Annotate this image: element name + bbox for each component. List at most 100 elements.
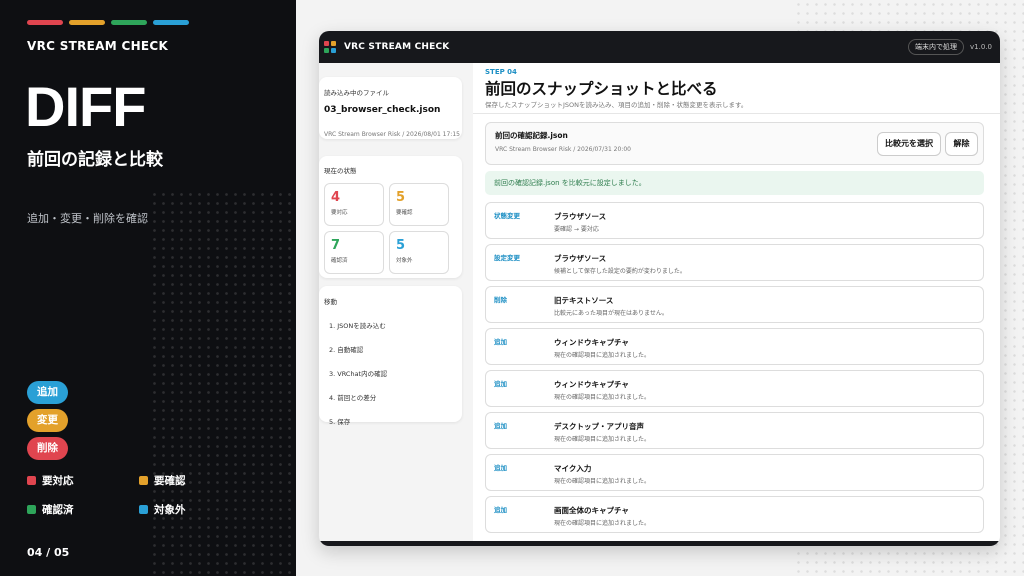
- legend-swatch: [27, 505, 36, 514]
- brand-label: VRC STREAM CHECK: [27, 39, 169, 53]
- diff-item-name: ブラウザソース: [554, 212, 607, 221]
- status-legend: 要対応 要確認 確認済 対象外: [27, 473, 277, 517]
- file-meta: VRC Stream Browser Risk / 2026/08/01 17:…: [324, 131, 460, 138]
- stripe-green: [111, 20, 147, 25]
- navigation-card: 移動 1. JSONを読み込む 2. 自動確認 3. VRChat内の確認 4.…: [319, 286, 462, 426]
- step-label: STEP 04: [485, 68, 517, 76]
- diff-item-desc: 現在の確認項目に追加されました。: [554, 352, 651, 359]
- stat-needs-check: 5 要確認: [389, 183, 449, 226]
- app-logo-icon: [324, 41, 336, 53]
- stat-label: 対象外: [396, 258, 413, 264]
- legend-label: 要確認: [154, 475, 186, 487]
- version-label: v1.0.0: [970, 43, 992, 51]
- diff-tag: 状態変更: [494, 212, 520, 220]
- nav-item-auto-check[interactable]: 2. 自動確認: [329, 344, 462, 354]
- page-description: 保存したスナップショットJSONを読み込み、項目の追加・削除・状態変更を表示しま…: [485, 101, 748, 109]
- clear-source-button[interactable]: 解除: [945, 132, 978, 156]
- diff-tag: 追加: [494, 338, 507, 346]
- nav-item-load-json[interactable]: 1. JSONを読み込む: [329, 320, 462, 330]
- stat-value: 5: [396, 190, 406, 205]
- legend-label: 要対応: [42, 475, 74, 487]
- page-indicator: 04 / 05: [27, 546, 70, 559]
- nav-card-label: 移動: [324, 298, 337, 306]
- diff-item-name: ウィンドウキャプチャ: [554, 380, 629, 389]
- diff-item-desc: 現在の確認項目に追加されました。: [554, 436, 651, 443]
- title-bar: VRC STREAM CHECK 端末内で処理 v1.0.0: [319, 31, 1000, 63]
- stat-label: 要対応: [331, 210, 348, 216]
- diff-tag: 設定変更: [494, 254, 520, 262]
- app-window: VRC STREAM CHECK 端末内で処理 v1.0.0 読み込み中のファイ…: [319, 31, 1000, 546]
- nav-item-vrchat-check[interactable]: 3. VRChat内の確認: [329, 368, 462, 378]
- main-content: STEP 04 前回のスナップショットと比べる 保存したスナップショットJSON…: [473, 63, 1000, 546]
- diff-tag: 追加: [494, 380, 507, 388]
- diff-row: 追加 デスクトップ・アプリ音声 現在の確認項目に追加されました。: [485, 412, 984, 449]
- file-name: 03_browser_check.json: [324, 105, 441, 115]
- section-description: 追加・変更・削除を確認: [27, 212, 148, 225]
- stat-value: 4: [331, 190, 341, 205]
- diff-row: 追加 画面全体のキャプチャ 現在の確認項目に追加されました。: [485, 496, 984, 533]
- diff-item-desc: 比較元にあった項目が現在はありません。: [554, 310, 668, 317]
- diff-item-desc: 候補として保存した設定の要約が変わりました。: [554, 268, 686, 275]
- window-bottom-bar: [319, 541, 1000, 546]
- diff-row: 追加 ウィンドウキャプチャ 現在の確認項目に追加されました。: [485, 370, 984, 407]
- status-card-label: 現在の状態: [324, 167, 357, 175]
- stat-out-of-scope: 5 対象外: [389, 231, 449, 274]
- stripe-red: [27, 20, 63, 25]
- legend-label: 確認済: [42, 504, 74, 516]
- diff-item-name: マイク入力: [554, 464, 592, 473]
- stat-value: 7: [331, 238, 341, 253]
- diff-row: 追加 マイク入力 現在の確認項目に追加されました。: [485, 454, 984, 491]
- stat-label: 確認済: [331, 258, 348, 264]
- legend-label: 対象外: [154, 504, 186, 516]
- status-card: 現在の状態 4 要対応 5 要確認 7 確認済 5 対象外: [319, 156, 462, 278]
- page-title: 前回のスナップショットと比べる: [485, 80, 718, 98]
- diff-row: 追加 ウィンドウキャプチャ 現在の確認項目に追加されました。: [485, 328, 984, 365]
- app-title: VRC STREAM CHECK: [344, 42, 450, 52]
- loaded-file-card: 読み込み中のファイル 03_browser_check.json VRC Str…: [319, 77, 462, 139]
- legend-item: 要確認: [139, 473, 251, 488]
- legend-swatch: [27, 476, 36, 485]
- pill-changed: 変更: [27, 409, 68, 432]
- diff-item-desc: 現在の確認項目に追加されました。: [554, 394, 651, 401]
- diff-tag: 追加: [494, 422, 507, 430]
- diff-item-desc: 要確認 → 要対応: [554, 226, 599, 233]
- diff-item-name: デスクトップ・アプリ音声: [554, 422, 644, 431]
- pill-removed: 削除: [27, 437, 68, 460]
- legend-swatch: [139, 505, 148, 514]
- diff-item-name: ウィンドウキャプチャ: [554, 338, 629, 347]
- dot-pattern: [150, 190, 296, 576]
- color-stripes: [27, 20, 189, 25]
- status-notice: 前回の確認記録.json を比較元に設定しました。: [485, 171, 984, 195]
- diff-row: 状態変更 ブラウザソース 要確認 → 要対応: [485, 202, 984, 239]
- section-subtitle: 前回の記録と比較: [27, 150, 163, 170]
- stat-checked: 7 確認済: [324, 231, 384, 274]
- diff-item-desc: 現在の確認項目に追加されました。: [554, 478, 651, 485]
- diff-tag: 追加: [494, 506, 507, 514]
- legend-swatch: [139, 476, 148, 485]
- comparison-source-card: 前回の確認記録.json VRC Stream Browser Risk / 2…: [485, 122, 984, 165]
- diff-item-name: 画面全体のキャプチャ: [554, 506, 629, 515]
- diff-tag: 追加: [494, 464, 507, 472]
- left-panel: VRC STREAM CHECK DIFF 前回の記録と比較 追加・変更・削除を…: [0, 0, 296, 576]
- local-processing-badge: 端末内で処理: [908, 39, 965, 55]
- diff-item-name: ブラウザソース: [554, 254, 607, 263]
- stat-label: 要確認: [396, 210, 413, 216]
- stat-needs-action: 4 要対応: [324, 183, 384, 226]
- stripe-blue: [153, 20, 189, 25]
- nav-item-diff[interactable]: 4. 前回との差分: [329, 392, 462, 402]
- stripe-orange: [69, 20, 105, 25]
- pill-added: 追加: [27, 381, 68, 404]
- section-heading: DIFF: [25, 75, 146, 138]
- select-source-button[interactable]: 比較元を選択: [877, 132, 941, 156]
- legend-item: 要対応: [27, 473, 139, 488]
- diff-item-desc: 現在の確認項目に追加されました。: [554, 520, 651, 527]
- stat-value: 5: [396, 238, 406, 253]
- legend-item: 対象外: [139, 502, 251, 517]
- nav-item-save[interactable]: 5. 保存: [329, 416, 462, 426]
- diff-row: 削除 旧テキストソース 比較元にあった項目が現在はありません。: [485, 286, 984, 323]
- divider: [473, 113, 1000, 114]
- diff-tag: 削除: [494, 296, 507, 304]
- diff-row: 設定変更 ブラウザソース 候補として保存した設定の要約が変わりました。: [485, 244, 984, 281]
- file-card-label: 読み込み中のファイル: [324, 89, 389, 97]
- diff-item-name: 旧テキストソース: [554, 296, 614, 305]
